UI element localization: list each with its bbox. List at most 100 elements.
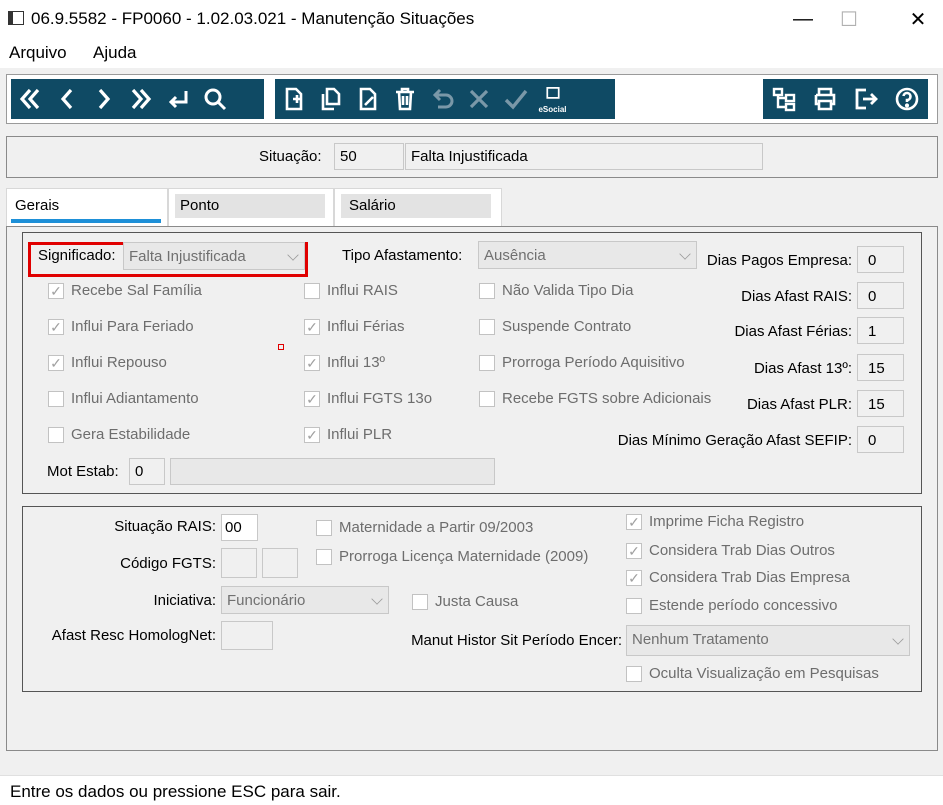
right-toolbar-group: [763, 79, 928, 119]
check-maternidade-09-2003[interactable]: Maternidade a Partir 09/2003: [316, 519, 533, 536]
iniciativa-label: Iniciativa:: [153, 592, 216, 609]
situacao-label: Situação:: [259, 148, 322, 165]
check-imprime-ficha-registro[interactable]: ✓ Imprime Ficha Registro: [626, 513, 804, 530]
cancel-icon[interactable]: [460, 79, 497, 119]
status-text: Entre os dados ou pressione ESC para sai…: [10, 782, 341, 801]
codigo-fgts-field-2[interactable]: [262, 548, 298, 578]
checkbox-icon: [479, 390, 495, 407]
edit-record-icon[interactable]: [349, 79, 386, 119]
check-prorroga-periodo-aquisitivo[interactable]: Prorroga Período Aquisitivo: [479, 354, 685, 371]
dias-afast-13-field[interactable]: 15: [857, 354, 904, 381]
checkbox-icon: [479, 282, 495, 299]
last-record-icon[interactable]: [122, 79, 159, 119]
dias-pagos-empresa-field[interactable]: 0: [857, 246, 904, 273]
checkbox-checked-icon: ✓: [626, 542, 642, 559]
dias-afast-ferias-label: Dias Afast Férias:: [734, 323, 852, 340]
situacao-code-field[interactable]: 50: [334, 143, 404, 170]
check-influi-ferias[interactable]: ✓ Influi Férias: [304, 318, 405, 335]
tree-icon[interactable]: [763, 79, 804, 119]
checkbox-icon: [412, 593, 428, 610]
new-record-icon[interactable]: [275, 79, 312, 119]
chevron-down-icon: [679, 248, 691, 260]
dias-minimo-sefip-label: Dias Mínimo Geração Afast SEFIP:: [617, 432, 852, 449]
check-influi-fgts-13o[interactable]: ✓ Influi FGTS 13o: [304, 390, 432, 407]
tab-salario[interactable]: Salário: [334, 188, 502, 226]
dias-afast-ferias-field[interactable]: 1: [857, 317, 904, 344]
check-justa-causa[interactable]: Justa Causa: [412, 593, 518, 610]
esocial-button[interactable]: eSocial: [534, 79, 571, 119]
nav-toolbar-group: [11, 79, 264, 119]
menu-arquivo[interactable]: Arquivo: [9, 43, 67, 63]
close-button[interactable]: ✕: [895, 0, 941, 38]
iniciativa-select[interactable]: Funcionário: [221, 586, 389, 614]
check-influi-adiantamento[interactable]: Influi Adiantamento: [48, 390, 199, 407]
situacao-description-field[interactable]: Falta Injustificada: [405, 143, 763, 170]
red-marker: [278, 344, 284, 350]
check-influi-repouso[interactable]: ✓ Influi Repouso: [48, 354, 167, 371]
title-bar: 06.9.5582 - FP0060 - 1.02.03.021 - Manut…: [0, 0, 943, 38]
checkbox-checked-icon: ✓: [48, 282, 64, 299]
search-icon[interactable]: [196, 79, 233, 119]
tipo-afastamento-select[interactable]: Ausência: [478, 241, 697, 269]
menu-ajuda[interactable]: Ajuda: [93, 43, 136, 63]
dias-afast-rais-field[interactable]: 0: [857, 282, 904, 309]
manut-histor-select[interactable]: Nenhum Tratamento: [626, 625, 910, 656]
check-estende-periodo-concessivo[interactable]: Estende período concessivo: [626, 597, 837, 614]
checkbox-checked-icon: ✓: [48, 318, 64, 335]
minimize-button[interactable]: —: [780, 0, 826, 38]
codigo-fgts-field-1[interactable]: [221, 548, 257, 578]
check-recebe-sal-familia[interactable]: ✓ Recebe Sal Família: [48, 282, 202, 299]
check-considera-trab-dias-outros[interactable]: ✓ Considera Trab Dias Outros: [626, 542, 835, 559]
tab-gerais[interactable]: Gerais: [6, 188, 168, 226]
tab-ponto[interactable]: Ponto: [168, 188, 334, 226]
print-icon[interactable]: [804, 79, 845, 119]
check-influi-plr[interactable]: ✓ Influi PLR: [304, 426, 392, 443]
dias-minimo-sefip-field[interactable]: 0: [857, 426, 904, 453]
checkbox-icon: [316, 519, 332, 536]
check-influi-para-feriado[interactable]: ✓ Influi Para Feriado: [48, 318, 194, 335]
copy-record-icon[interactable]: [312, 79, 349, 119]
check-considera-trab-dias-empresa[interactable]: ✓ Considera Trab Dias Empresa: [626, 569, 850, 586]
manut-histor-value: Nenhum Tratamento: [632, 631, 769, 648]
checkbox-icon: [626, 665, 642, 682]
checkbox-icon: [316, 548, 332, 565]
situacao-rais-field[interactable]: 00: [221, 514, 258, 541]
check-influi-rais[interactable]: Influi RAIS: [304, 282, 398, 299]
mot-estab-code-field[interactable]: 0: [129, 458, 165, 485]
tab-active-indicator: [11, 219, 161, 223]
afast-resc-homolognet-label: Afast Resc HomologNet:: [51, 627, 216, 644]
mot-estab-description-field[interactable]: [170, 458, 495, 485]
check-influi-13[interactable]: ✓ Influi 13º: [304, 354, 385, 371]
status-bar: Entre os dados ou pressione ESC para sai…: [0, 775, 943, 805]
dias-afast-plr-label: Dias Afast PLR:: [746, 396, 852, 413]
significado-label: Significado:: [38, 247, 116, 264]
check-oculta-visualizacao[interactable]: Oculta Visualização em Pesquisas: [626, 665, 879, 682]
first-record-icon[interactable]: [11, 79, 48, 119]
manut-histor-label: Manut Histor Sit Período Encer:: [411, 632, 622, 649]
check-recebe-fgts-adicionais[interactable]: Recebe FGTS sobre Adicionais: [479, 390, 711, 407]
iniciativa-value: Funcionário: [227, 592, 306, 609]
help-icon[interactable]: [886, 79, 927, 119]
checkbox-icon: [479, 318, 495, 335]
previous-record-icon[interactable]: [48, 79, 85, 119]
next-record-icon[interactable]: [85, 79, 122, 119]
dias-pagos-empresa-label: Dias Pagos Empresa:: [706, 252, 852, 269]
exit-icon[interactable]: [845, 79, 886, 119]
check-prorroga-licenca-maternidade[interactable]: Prorroga Licença Maternidade (2009): [316, 548, 588, 565]
check-nao-valida-tipo-dia[interactable]: Não Valida Tipo Dia: [479, 282, 633, 299]
app-icon: [8, 11, 24, 25]
dias-afast-plr-field[interactable]: 15: [857, 390, 904, 417]
mot-estab-label: Mot Estab:: [47, 463, 119, 480]
afast-resc-homolognet-field[interactable]: [221, 621, 273, 650]
return-icon[interactable]: [159, 79, 196, 119]
delete-icon[interactable]: [386, 79, 423, 119]
maximize-button[interactable]: ☐: [826, 0, 872, 38]
significado-select[interactable]: Falta Injustificada: [123, 242, 305, 270]
dias-afast-rais-label: Dias Afast RAIS:: [741, 288, 852, 305]
checkbox-checked-icon: ✓: [304, 318, 320, 335]
check-gera-estabilidade[interactable]: Gera Estabilidade: [48, 426, 190, 443]
confirm-icon[interactable]: [497, 79, 534, 119]
undo-icon[interactable]: [423, 79, 460, 119]
check-suspende-contrato[interactable]: Suspende Contrato: [479, 318, 631, 335]
checkbox-checked-icon: ✓: [626, 569, 642, 586]
